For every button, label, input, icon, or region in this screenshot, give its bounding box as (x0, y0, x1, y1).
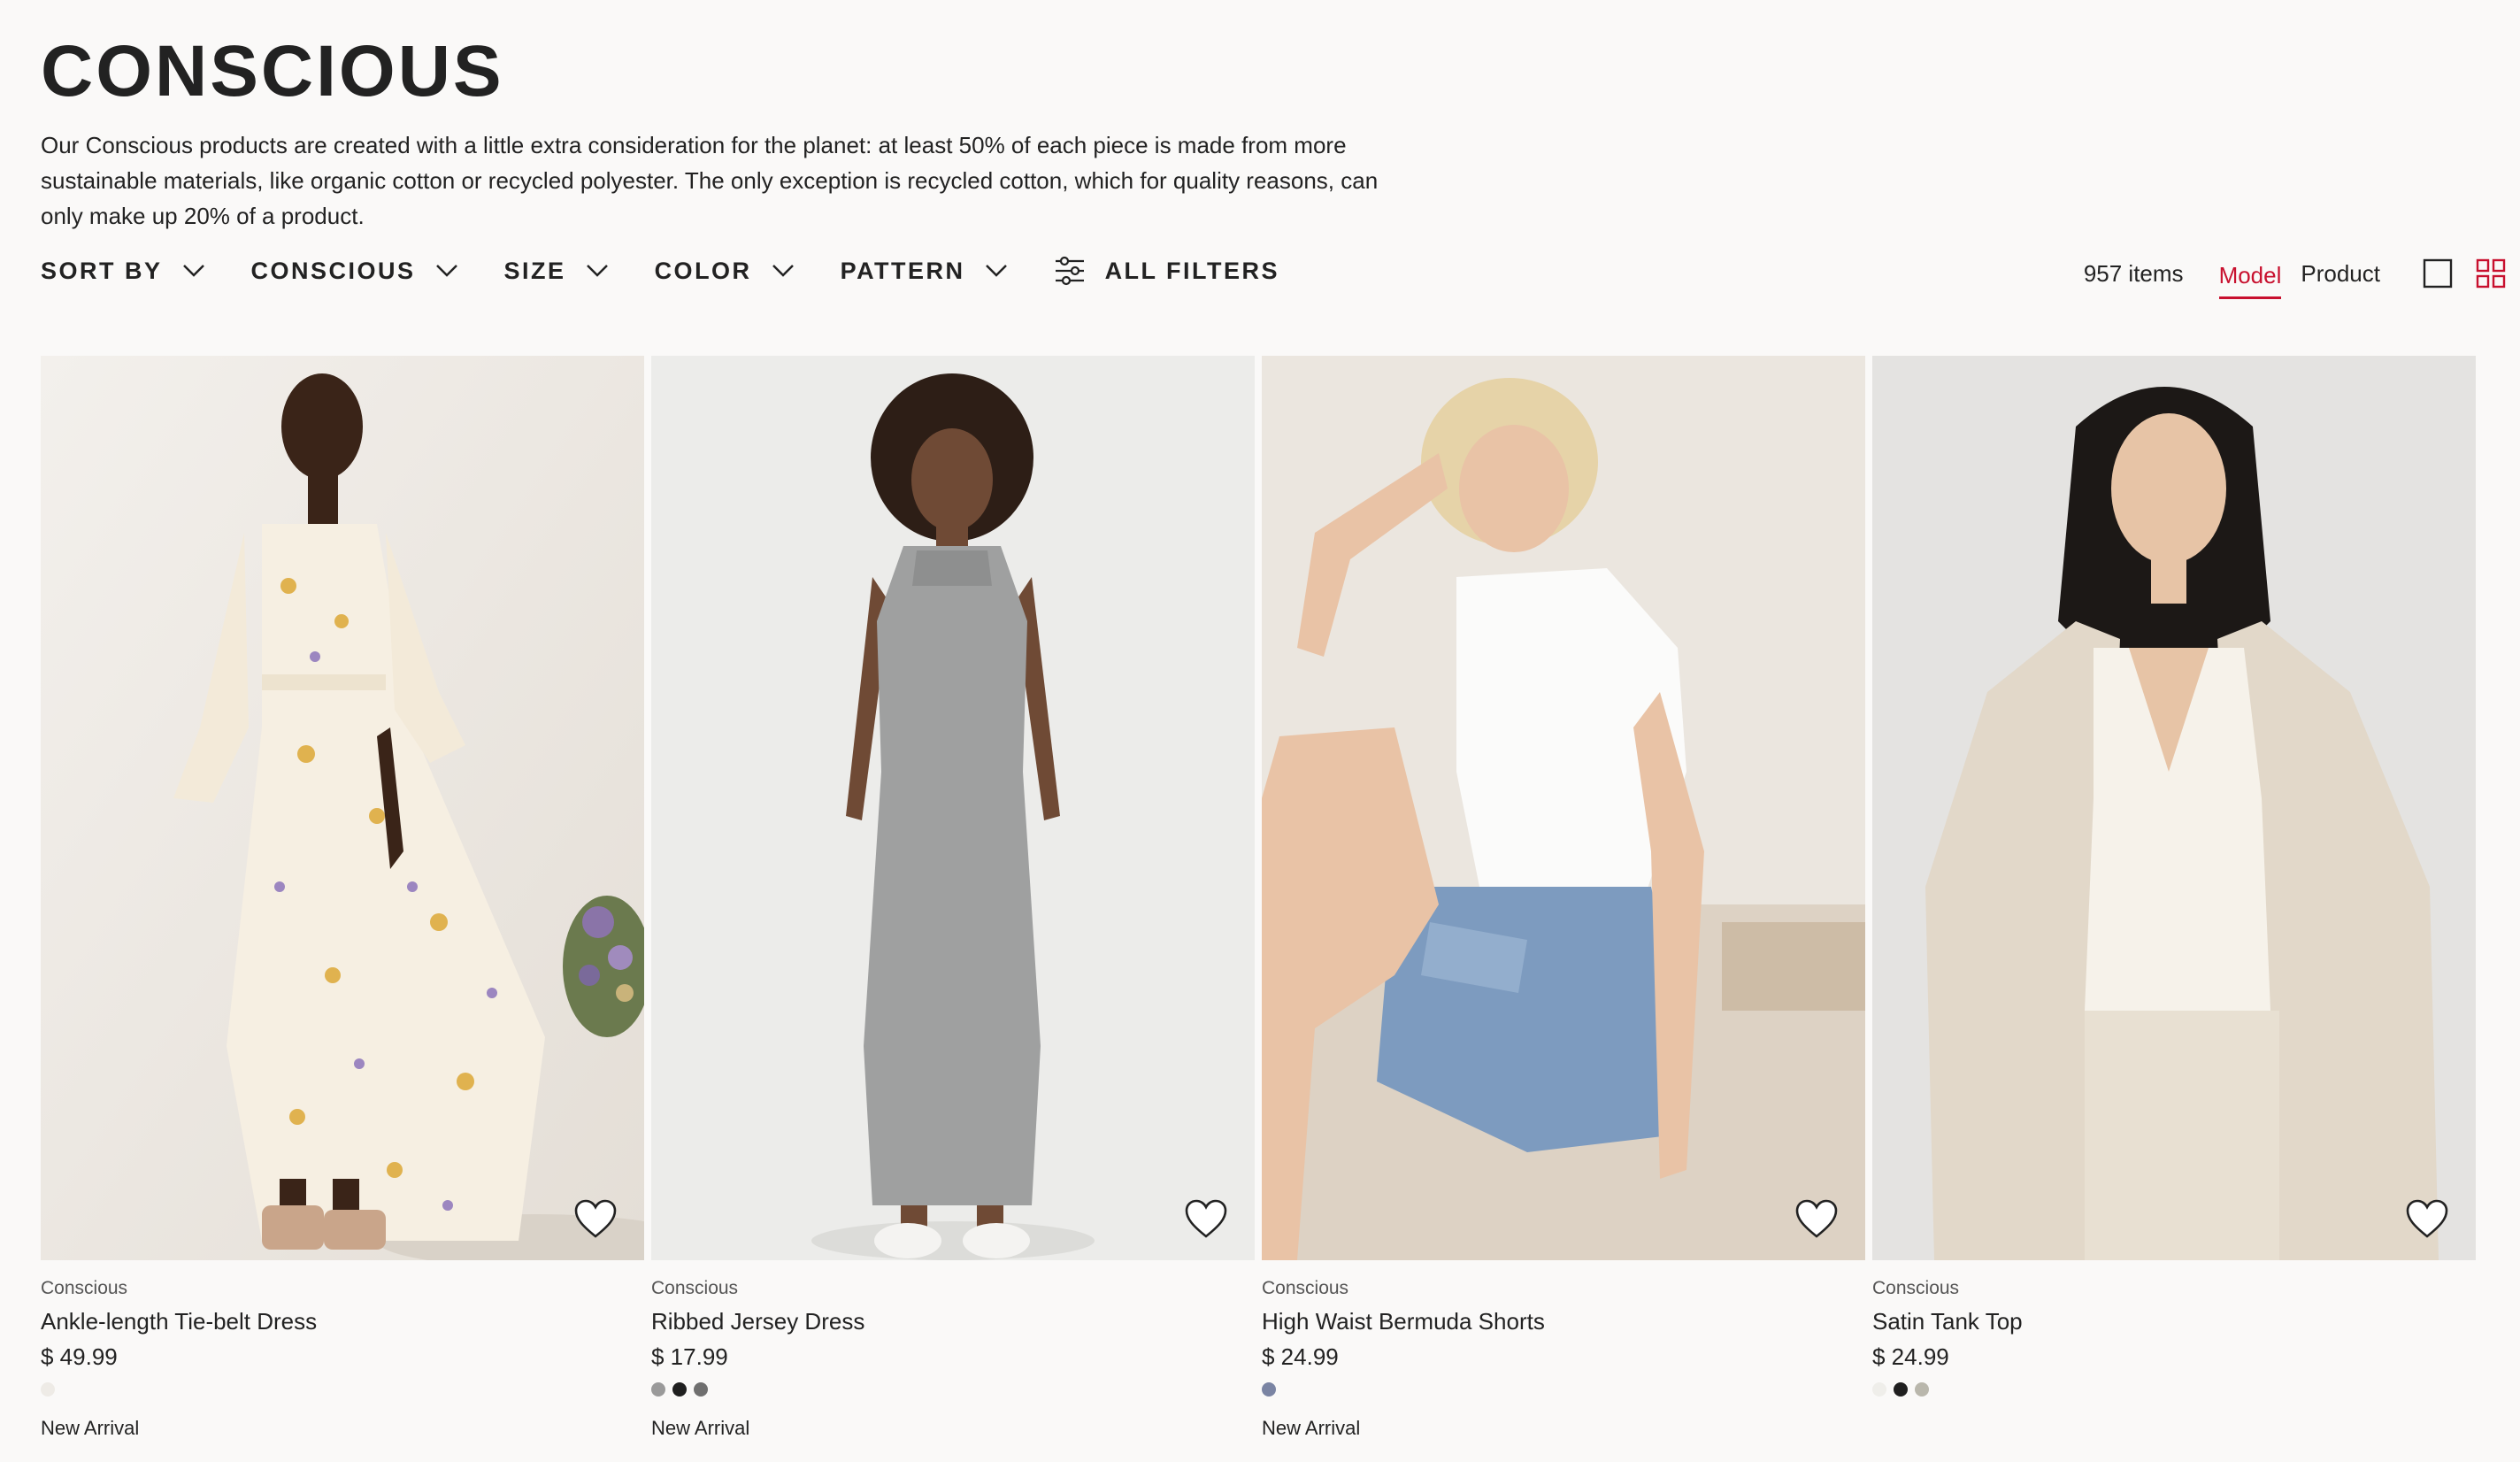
chevron-down-icon (772, 265, 794, 277)
sort-by-filter[interactable]: SORT BY (41, 248, 205, 294)
pattern-filter[interactable]: PATTERN (841, 248, 1008, 294)
new-arrival-tag: New Arrival (651, 1417, 750, 1439)
color-swatch[interactable] (672, 1382, 687, 1397)
product-card[interactable]: Conscious Satin Tank Top $ 24.99 (1872, 356, 2476, 1441)
model-photo-ribbed-dress (651, 356, 1255, 1260)
all-filters-label: ALL FILTERS (1104, 257, 1280, 284)
tab-product[interactable]: Product (2301, 248, 2380, 299)
color-swatch[interactable] (1262, 1382, 1276, 1397)
color-swatch[interactable] (694, 1382, 708, 1397)
product-image[interactable] (1872, 356, 2476, 1260)
product-name[interactable]: High Waist Bermuda Shorts (1262, 1306, 1865, 1336)
color-swatch[interactable] (41, 1382, 55, 1397)
sliders-icon (1055, 256, 1084, 286)
view-bar: 957 items Model Product (2084, 248, 2506, 299)
color-label: COLOR (654, 257, 752, 284)
tab-model[interactable]: Model (2218, 255, 2282, 299)
single-view-icon[interactable] (2423, 258, 2453, 289)
color-swatch[interactable] (1915, 1382, 1929, 1397)
page-title: CONSCIOUS (41, 31, 504, 112)
model-photo-bermuda-shorts (1262, 356, 1865, 1260)
chevron-down-icon (435, 265, 457, 277)
product-grid: Conscious Ankle-length Tie-belt Dress $ … (41, 356, 2476, 1441)
product-brand: Conscious (41, 1278, 128, 1298)
color-swatch[interactable] (1894, 1382, 1908, 1397)
model-photo-floral-dress (41, 356, 644, 1260)
size-filter[interactable]: SIZE (504, 248, 609, 294)
chevron-down-icon (182, 265, 204, 277)
conscious-filter[interactable]: CONSCIOUS (251, 248, 458, 294)
filter-bar: SORT BY CONSCIOUS SIZE COLOR PATTERN ALL… (41, 248, 1325, 294)
pattern-label: PATTERN (840, 257, 965, 284)
new-arrival-tag (1872, 1416, 2476, 1441)
heart-icon[interactable] (1184, 1198, 1228, 1239)
color-swatches (1872, 1382, 2476, 1398)
sort-by-label: SORT BY (41, 257, 163, 284)
chevron-down-icon (985, 265, 1007, 277)
item-count: 957 items (2083, 259, 2184, 287)
product-price: $ 17.99 (651, 1343, 728, 1370)
product-name[interactable]: Ribbed Jersey Dress (651, 1306, 1255, 1336)
product-brand: Conscious (1872, 1278, 1960, 1298)
color-swatches (1262, 1382, 1865, 1398)
product-card[interactable]: Conscious Ankle-length Tie-belt Dress $ … (41, 356, 644, 1441)
product-price: $ 24.99 (1872, 1343, 1949, 1370)
product-card[interactable]: Conscious Ribbed Jersey Dress $ 17.99 Ne… (651, 356, 1255, 1441)
product-brand: Conscious (1262, 1278, 1349, 1298)
size-label: SIZE (503, 257, 566, 284)
product-name[interactable]: Satin Tank Top (1872, 1306, 2476, 1336)
color-swatch[interactable] (651, 1382, 665, 1397)
product-name[interactable]: Ankle-length Tie-belt Dress (41, 1306, 644, 1336)
color-swatches (41, 1382, 644, 1398)
color-swatches (651, 1382, 1255, 1398)
product-price: $ 49.99 (41, 1343, 118, 1370)
new-arrival-tag: New Arrival (1262, 1417, 1361, 1439)
color-filter[interactable]: COLOR (655, 248, 795, 294)
all-filters-button[interactable]: ALL FILTERS (1054, 248, 1280, 294)
product-image[interactable] (41, 356, 644, 1260)
heart-icon[interactable] (1794, 1198, 1839, 1239)
color-swatch[interactable] (1872, 1382, 1886, 1397)
new-arrival-tag: New Arrival (41, 1417, 140, 1439)
chevron-down-icon (586, 265, 608, 277)
product-listing-page: CONSCIOUS Our Conscious products are cre… (0, 0, 2520, 1462)
product-image[interactable] (651, 356, 1255, 1260)
product-image[interactable] (1262, 356, 1865, 1260)
heart-icon[interactable] (2405, 1198, 2449, 1239)
conscious-label: CONSCIOUS (250, 257, 416, 284)
product-brand: Conscious (651, 1278, 739, 1298)
product-price: $ 24.99 (1262, 1343, 1339, 1370)
model-photo-satin-tank (1872, 356, 2476, 1260)
page-description: Our Conscious products are created with … (41, 132, 1379, 229)
heart-icon[interactable] (573, 1198, 618, 1239)
product-card[interactable]: Conscious High Waist Bermuda Shorts $ 24… (1262, 356, 1865, 1441)
grid-view-icon[interactable] (2476, 258, 2506, 289)
